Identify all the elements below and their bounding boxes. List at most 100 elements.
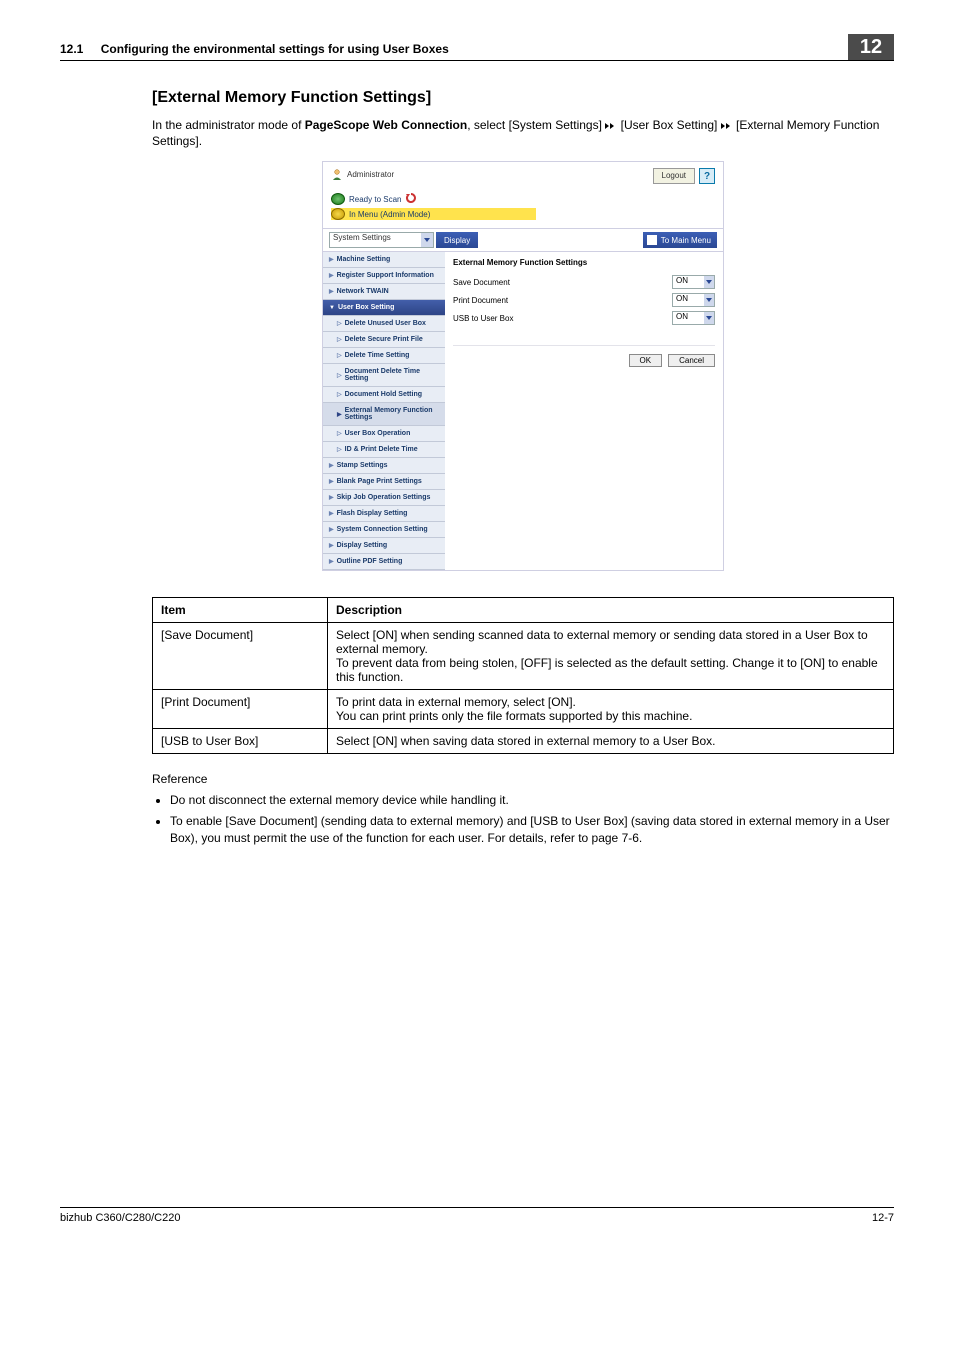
sidebar-subitem[interactable]: ▷Document Delete Time Setting bbox=[323, 364, 445, 387]
expand-icon: ▷ bbox=[337, 320, 342, 327]
intro-paragraph: In the administrator mode of PageScope W… bbox=[152, 117, 894, 149]
sidebar-label: Flash Display Setting bbox=[337, 510, 408, 517]
sidebar-item[interactable]: ▶System Connection Setting bbox=[323, 522, 445, 538]
table-cell-item: [Print Document] bbox=[153, 690, 328, 729]
admin-indicator: Administrator bbox=[331, 168, 394, 180]
sidebar-subitem-selected[interactable]: ▶External Memory Function Settings bbox=[323, 403, 445, 426]
expand-icon: ▷ bbox=[337, 446, 342, 453]
sidebar-label: Outline PDF Setting bbox=[337, 558, 403, 565]
sidebar-label: User Box Setting bbox=[338, 304, 394, 311]
description-table: Item Description [Save Document] Select … bbox=[152, 597, 894, 754]
sidebar-item[interactable]: ▶Outline PDF Setting bbox=[323, 554, 445, 570]
sidebar-label: Stamp Settings bbox=[337, 462, 388, 469]
reference-item: Do not disconnect the external memory de… bbox=[170, 792, 894, 809]
home-icon bbox=[647, 235, 657, 245]
chevron-down-icon bbox=[704, 312, 714, 324]
table-cell-item: [USB to User Box] bbox=[153, 729, 328, 754]
status-warn-label: In Menu (Admin Mode) bbox=[349, 210, 430, 219]
sidebar-label: Delete Secure Print File bbox=[345, 336, 423, 343]
sidebar-label: Delete Unused User Box bbox=[345, 320, 426, 327]
sidebar-label: Machine Setting bbox=[337, 256, 391, 263]
sidebar-subitem[interactable]: ▷Delete Secure Print File bbox=[323, 332, 445, 348]
status-warn: In Menu (Admin Mode) bbox=[331, 208, 536, 220]
sidebar-label: Display Setting bbox=[337, 542, 388, 549]
chapter-number: 12 bbox=[848, 34, 894, 60]
table-cell-item: [Save Document] bbox=[153, 623, 328, 690]
logout-button[interactable]: Logout bbox=[653, 168, 695, 184]
setting-select[interactable]: ON bbox=[672, 293, 715, 307]
sidebar-subitem[interactable]: ▷User Box Operation bbox=[323, 426, 445, 442]
sidebar-item[interactable]: ▶Skip Job Operation Settings bbox=[323, 490, 445, 506]
to-main-label: To Main Menu bbox=[661, 236, 711, 245]
page-footer: bizhub C360/C280/C220 12-7 bbox=[60, 1207, 894, 1224]
cancel-button[interactable]: Cancel bbox=[668, 354, 715, 367]
admin-label: Administrator bbox=[347, 170, 394, 179]
sidebar-item[interactable]: ▶Register Support Information bbox=[323, 268, 445, 284]
reference-list: Do not disconnect the external memory de… bbox=[152, 792, 894, 846]
category-select[interactable]: System Settings bbox=[329, 232, 434, 248]
panel-title: External Memory Function Settings bbox=[453, 258, 715, 267]
display-button[interactable]: Display bbox=[436, 232, 478, 248]
collapse-icon: ▼ bbox=[329, 305, 335, 311]
arrow-icon bbox=[605, 122, 617, 130]
sidebar-subitem[interactable]: ▷Delete Time Setting bbox=[323, 348, 445, 364]
setting-select[interactable]: ON bbox=[672, 275, 715, 289]
setting-select[interactable]: ON bbox=[672, 311, 715, 325]
page-heading: [External Memory Function Settings] bbox=[152, 89, 894, 107]
footer-right: 12-7 bbox=[872, 1212, 894, 1224]
setting-row: Save Document ON bbox=[453, 273, 715, 291]
expand-icon: ▶ bbox=[329, 526, 334, 533]
ok-button[interactable]: OK bbox=[629, 354, 663, 367]
sidebar-subitem[interactable]: ▷Delete Unused User Box bbox=[323, 316, 445, 332]
sidebar-label: Blank Page Print Settings bbox=[337, 478, 422, 485]
section-number: 12.1 bbox=[60, 42, 83, 56]
sidebar-item[interactable]: ▶Machine Setting bbox=[323, 252, 445, 268]
sidebar-label: Document Delete Time Setting bbox=[345, 368, 439, 382]
sidebar-subitem[interactable]: ▷ID & Print Delete Time bbox=[323, 442, 445, 458]
expand-icon: ▶ bbox=[329, 288, 334, 295]
sidebar-item-active[interactable]: ▼User Box Setting bbox=[323, 300, 445, 316]
setting-row: USB to User Box ON bbox=[453, 309, 715, 327]
setting-value: ON bbox=[676, 276, 688, 285]
expand-icon: ▷ bbox=[337, 352, 342, 359]
table-cell-desc: Select [ON] when sending scanned data to… bbox=[328, 623, 894, 690]
sidebar-label: External Memory Function Settings bbox=[345, 407, 439, 421]
table-row: [USB to User Box] Select [ON] when savin… bbox=[153, 729, 894, 754]
product-name: PageScope Web Connection bbox=[305, 118, 467, 132]
to-main-menu-button[interactable]: To Main Menu bbox=[643, 232, 717, 248]
sidebar-subitem[interactable]: ▷Document Hold Setting bbox=[323, 387, 445, 403]
sidebar-item[interactable]: ▶Blank Page Print Settings bbox=[323, 474, 445, 490]
status-ready-icon bbox=[331, 193, 345, 205]
sidebar-label: User Box Operation bbox=[345, 430, 411, 437]
sidebar: ▶Machine Setting ▶Register Support Infor… bbox=[323, 252, 445, 570]
setting-value: ON bbox=[676, 312, 688, 321]
status-ready-label: Ready to Scan bbox=[349, 195, 401, 204]
section-title: Configuring the environmental settings f… bbox=[101, 42, 449, 56]
help-button[interactable]: ? bbox=[699, 168, 715, 184]
expand-icon: ▶ bbox=[337, 411, 342, 418]
sidebar-item[interactable]: ▶Flash Display Setting bbox=[323, 506, 445, 522]
expand-icon: ▷ bbox=[337, 372, 342, 379]
status-ready: Ready to Scan bbox=[331, 192, 715, 206]
sidebar-label: Skip Job Operation Settings bbox=[337, 494, 431, 501]
expand-icon: ▶ bbox=[329, 494, 334, 501]
sidebar-label: ID & Print Delete Time bbox=[345, 446, 418, 453]
running-header: 12.1 Configuring the environmental setti… bbox=[60, 34, 894, 61]
reference-title: Reference bbox=[152, 772, 894, 786]
user-icon bbox=[331, 168, 343, 180]
table-header-description: Description bbox=[328, 598, 894, 623]
sidebar-item[interactable]: ▶Display Setting bbox=[323, 538, 445, 554]
chevron-down-icon bbox=[704, 276, 714, 288]
category-select-value: System Settings bbox=[333, 233, 391, 242]
intro-mid: , select [System Settings] bbox=[467, 118, 605, 132]
setting-label: Print Document bbox=[453, 296, 672, 305]
sidebar-item[interactable]: ▶Network TWAIN bbox=[323, 284, 445, 300]
screenshot-panel: Administrator Logout ? Ready to Scan bbox=[322, 161, 724, 571]
sidebar-label: Register Support Information bbox=[337, 272, 434, 279]
expand-icon: ▶ bbox=[329, 256, 334, 263]
sidebar-item[interactable]: ▶Stamp Settings bbox=[323, 458, 445, 474]
setting-value: ON bbox=[676, 294, 688, 303]
refresh-icon[interactable] bbox=[405, 192, 417, 206]
expand-icon: ▷ bbox=[337, 336, 342, 343]
expand-icon: ▶ bbox=[329, 462, 334, 469]
